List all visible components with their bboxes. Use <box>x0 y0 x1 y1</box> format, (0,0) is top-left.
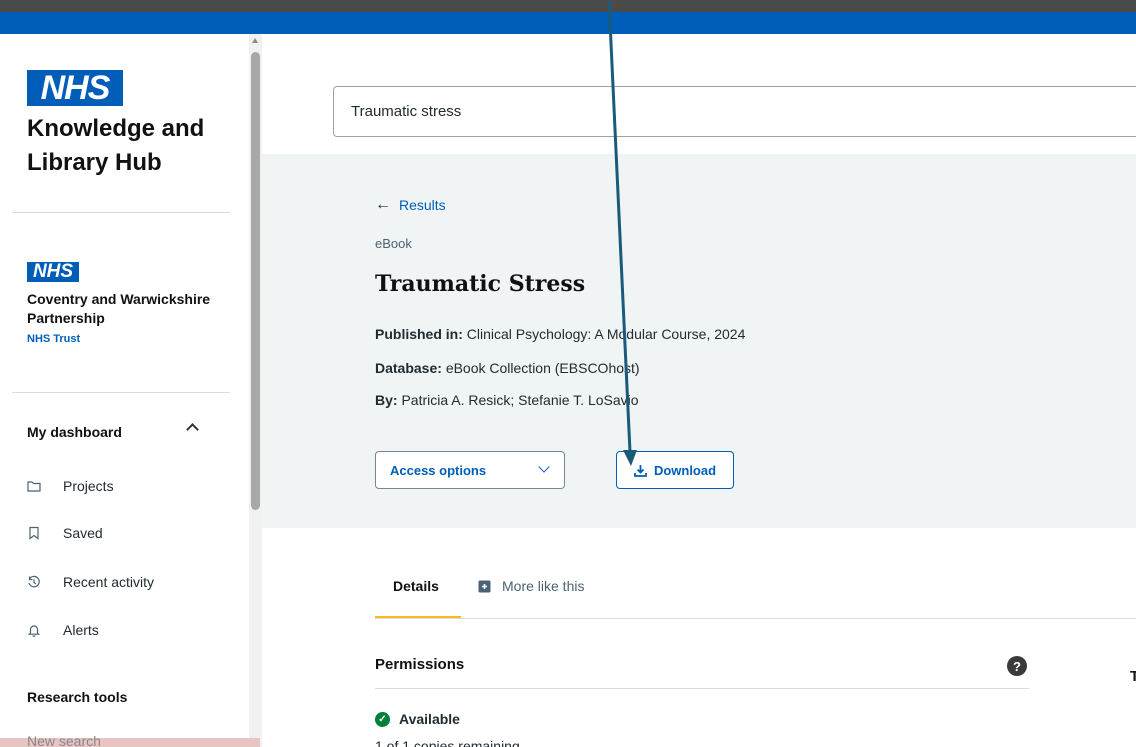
sidebar-item-alerts[interactable]: Alerts <box>27 617 242 643</box>
check-circle-icon: ✓ <box>375 711 390 727</box>
download-icon <box>634 464 647 477</box>
hub-title[interactable]: Knowledge and Library Hub <box>27 112 242 180</box>
sidebar-item-label: Recent activity <box>63 574 155 590</box>
permissions-heading: Permissions <box>375 656 465 673</box>
tab-label: Details <box>393 578 439 594</box>
record-published: Published in: Clinical Psychology: A Mod… <box>375 326 745 342</box>
browser-top-strip <box>0 0 1136 12</box>
bell-icon <box>27 623 63 637</box>
record-type: eBook <box>375 236 412 251</box>
sidebar-item-saved[interactable]: Saved <box>27 520 242 546</box>
availability-status: ✓ Available <box>375 711 460 727</box>
meta-label: Database: <box>375 360 442 376</box>
trust-subtitle: NHS Trust <box>27 333 81 345</box>
chevron-down-icon <box>538 461 550 473</box>
tabs-divider <box>375 618 1136 619</box>
sidebar-item-new-search[interactable]: New search <box>27 733 101 747</box>
record-database: Database: eBook Collection (EBSCOhost) <box>375 360 640 376</box>
meta-value: Patricia A. Resick; Stefanie T. LoSavio <box>401 392 639 408</box>
bookmark-icon <box>27 526 63 540</box>
meta-value: Clinical Psychology: A Modular Course, 2… <box>466 326 746 342</box>
tab-details[interactable]: Details <box>375 578 461 619</box>
trust-name: Coventry and Warwickshire Partnership <box>27 291 211 326</box>
record-title: Traumatic Stress <box>375 271 586 297</box>
search-input[interactable]: Traumatic stress <box>333 86 1136 137</box>
copies-remaining: 1 of 1 copies remaining <box>375 738 520 747</box>
dashboard-heading[interactable]: My dashboard <box>27 424 122 440</box>
site-header-bar <box>0 12 1136 34</box>
back-link-label: Results <box>399 197 446 213</box>
access-options-label: Access options <box>390 462 487 478</box>
sidebar-item-label: Projects <box>63 478 114 494</box>
arrow-left-icon: ← <box>375 196 391 213</box>
record-authors: By: Patricia A. Resick; Stefanie T. LoSa… <box>375 392 639 408</box>
right-column-heading-fragment: T <box>1130 668 1136 685</box>
sidebar-item-label: Alerts <box>63 622 99 638</box>
sidebar-divider <box>12 212 230 213</box>
scrollbar-thumb[interactable] <box>251 52 260 510</box>
sidebar-item-projects[interactable]: Projects <box>27 473 242 499</box>
tab-label: More like this <box>502 578 585 594</box>
history-icon <box>27 575 63 589</box>
trust-nhs-logo: NHS <box>27 262 79 282</box>
meta-label: Published in: <box>375 326 463 342</box>
sidebar-item-label: Saved <box>63 525 103 541</box>
tab-more-like-this[interactable]: More like this <box>478 578 584 618</box>
sidebar-divider <box>12 392 230 393</box>
research-tools-heading: Research tools <box>27 689 128 705</box>
access-options-button[interactable]: Access options <box>375 451 565 489</box>
availability-label: Available <box>399 711 460 727</box>
meta-label: By: <box>375 392 398 408</box>
back-to-results-link[interactable]: ← Results <box>375 196 446 214</box>
more-like-this-icon <box>478 580 491 593</box>
nhs-logo[interactable]: NHS <box>27 70 123 106</box>
folder-icon <box>27 479 63 493</box>
sidebar-item-recent-activity[interactable]: Recent activity <box>27 569 242 595</box>
download-label: Download <box>653 462 717 478</box>
permissions-divider <box>375 688 1029 689</box>
meta-value: eBook Collection (EBSCOhost) <box>445 360 640 376</box>
download-button[interactable]: Download <box>616 451 734 489</box>
help-icon[interactable]: ? <box>1007 656 1027 676</box>
scroll-up-arrow-icon[interactable] <box>252 38 258 43</box>
